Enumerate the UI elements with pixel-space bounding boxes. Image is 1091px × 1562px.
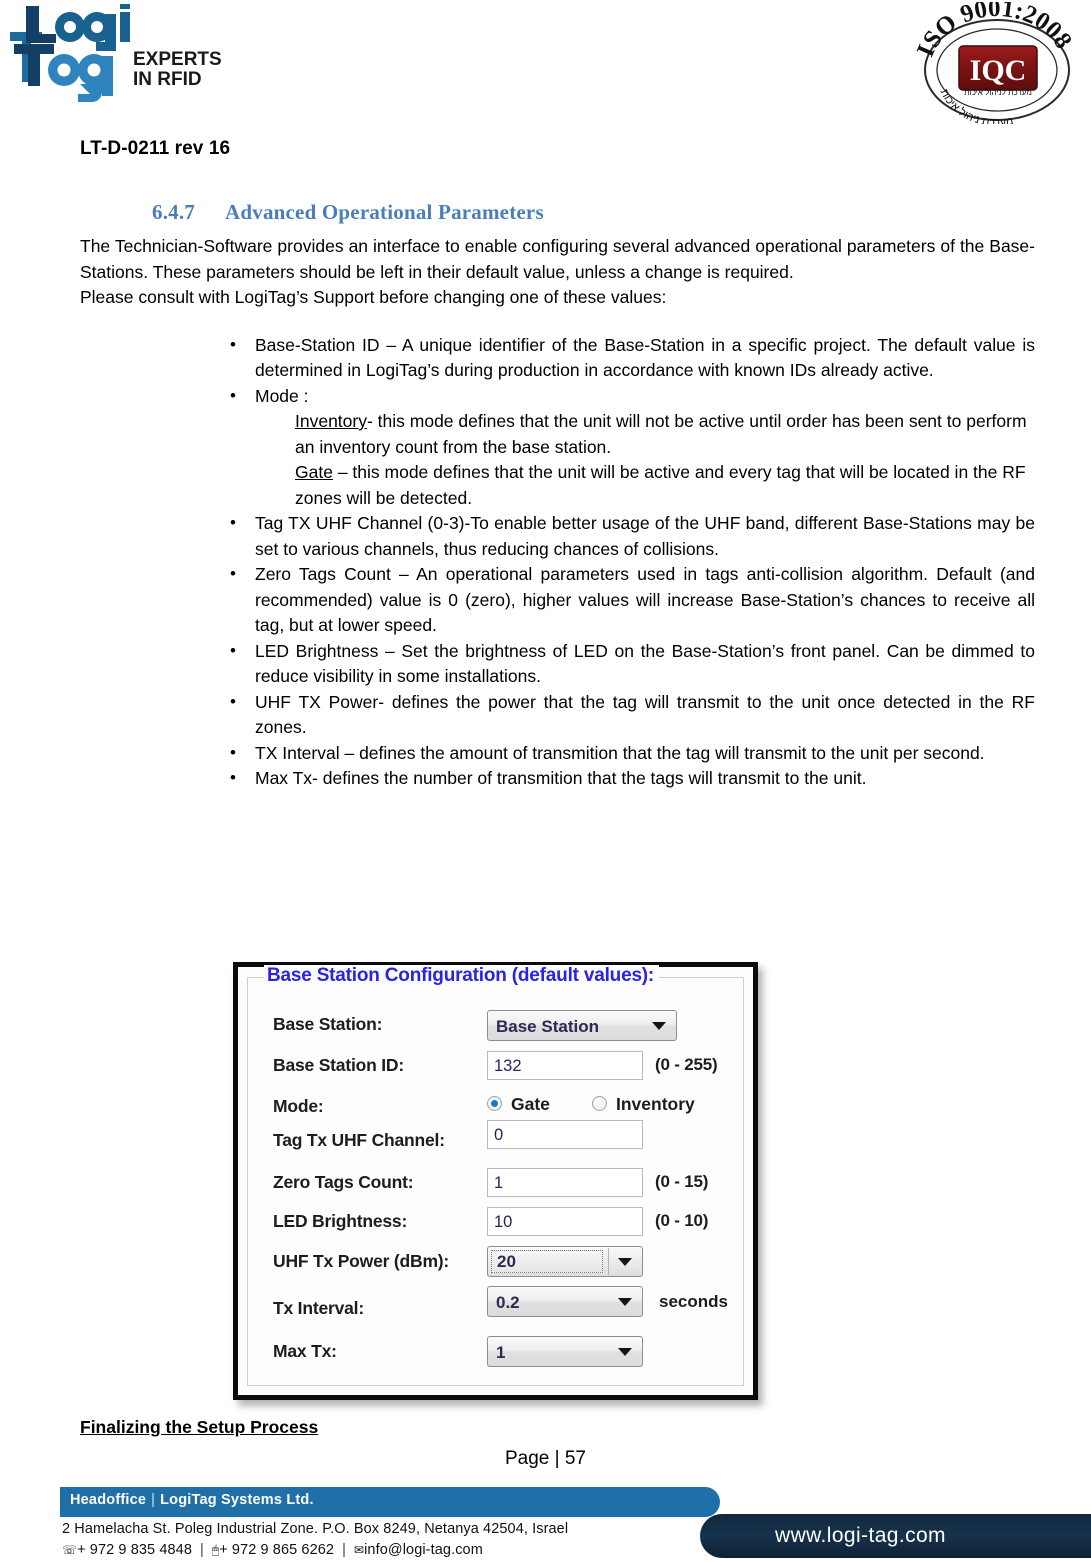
bullet-text: Max Tx- defines the number of transmitio… <box>255 768 867 788</box>
configuration-dialog: Base Station Configuration (default valu… <box>233 962 758 1400</box>
bullet-text: Base-Station ID – A unique identifier of… <box>255 334 1035 381</box>
document-code: LT-D-0211 rev 16 <box>80 138 231 159</box>
list-item: LED Brightness – Set the brightness of L… <box>80 638 1035 690</box>
uhf-tx-power-label: UHF Tx Power (dBm): <box>273 1251 450 1271</box>
consult-paragraph: Please consult with LogiTag’s Support be… <box>80 287 667 307</box>
company-name: LogiTag Systems Ltd. <box>160 1492 314 1508</box>
led-brightness-label: LED Brightness: <box>273 1211 408 1231</box>
bullet-text: LED Brightness – Set the brightness of L… <box>255 640 1035 687</box>
footer-bar: Headoffice | LogiTag Systems Ltd. <box>60 1487 720 1517</box>
mode-inventory-label: Inventory <box>616 1094 695 1114</box>
tx-interval-unit-label: seconds <box>659 1292 728 1311</box>
mode-gate-label: Gate <box>511 1094 550 1114</box>
inventory-term: Inventory <box>295 411 367 431</box>
base-station-id-range-hint: (0 - 255) <box>655 1055 718 1074</box>
intro-paragraph: The Technician-Software provides an inte… <box>80 236 1035 282</box>
base-station-select[interactable]: Base Station <box>487 1010 677 1041</box>
zero-tags-count-range-hint: (0 - 15) <box>655 1172 709 1191</box>
document-content: 6.4.7 Advanced Operational Parameters The… <box>80 200 1035 792</box>
zero-tags-count-input[interactable]: 1 <box>487 1168 643 1197</box>
combo-divider <box>608 1248 609 1275</box>
svg-text:IN RFID: IN RFID <box>133 69 202 90</box>
bullet-text: Zero Tags Count – An operational paramet… <box>255 564 1035 635</box>
uhf-tx-power-value[interactable]: 20 <box>491 1250 603 1273</box>
bullet-text: TX Interval – defines the amount of tran… <box>255 742 985 763</box>
radio-inventory-icon[interactable] <box>592 1096 607 1111</box>
base-station-id-input[interactable]: 132 <box>487 1051 643 1080</box>
page-header: EXPERTS IN RFID ISO 9001:2008 מערכת ניהו… <box>0 0 1091 130</box>
base-station-label: Base Station: <box>273 1014 383 1034</box>
led-brightness-input[interactable]: 10 <box>487 1207 643 1236</box>
phone-icon: ☏ <box>62 1543 78 1557</box>
bullet-text: Mode : <box>255 385 309 406</box>
page-number: Page | 57 <box>504 1448 586 1469</box>
tag-tx-uhf-channel-label: Tag Tx UHF Channel: <box>273 1130 445 1150</box>
headoffice-label: Headoffice <box>70 1492 147 1508</box>
mode-inventory-definition: Inventory- this mode defines that the un… <box>255 409 1035 460</box>
uhf-tx-power-select[interactable]: 20 <box>487 1246 643 1277</box>
footer-separator: | <box>151 1492 156 1508</box>
parameter-bullet-list: Base-Station ID – A unique identifier of… <box>80 332 1035 792</box>
max-tx-selected-value: 1 <box>496 1343 506 1362</box>
svg-text:EXPERTS: EXPERTS <box>133 49 222 70</box>
chevron-down-icon[interactable] <box>618 1258 632 1266</box>
base-station-selected-value: Base Station <box>496 1017 599 1036</box>
tx-interval-label: Tx Interval: <box>273 1298 364 1318</box>
tag-tx-uhf-channel-input[interactable]: 0 <box>487 1120 643 1149</box>
section-number: 6.4.7 <box>152 200 195 224</box>
gate-desc: – this mode defines that the unit will b… <box>295 462 1026 508</box>
mode-gate-definition: Gate – this mode defines that the unit w… <box>255 460 1035 511</box>
footer-contact-block: 2 Hamelacha St. Poleg Industrial Zone. P… <box>62 1519 568 1561</box>
email-icon: ✉ <box>353 1543 365 1557</box>
inventory-desc: - this mode defines that the unit will n… <box>295 411 1027 457</box>
tx-interval-select[interactable]: 0.2 <box>487 1286 643 1317</box>
footer-email[interactable]: info@logi-tag.com <box>364 1542 483 1558</box>
chevron-down-icon <box>652 1022 666 1030</box>
svg-text:מערכת לניהול איכות: מערכת לניהול איכות <box>964 88 1032 97</box>
footer-fax: + 972 9 865 6262 <box>219 1542 335 1558</box>
iso-9001-badge: ISO 9001:2008 מערכת ניהול איכות IQC מערכ… <box>909 0 1085 129</box>
list-item: Base-Station ID – A unique identifier of… <box>80 332 1035 384</box>
base-station-id-label: Base Station ID: <box>273 1055 404 1075</box>
list-item: Zero Tags Count – An operational paramet… <box>80 561 1035 639</box>
tx-interval-selected-value: 0.2 <box>496 1293 520 1312</box>
max-tx-select[interactable]: 1 <box>487 1336 643 1367</box>
configuration-groupbox: Base Station Configuration (default valu… <box>247 965 744 1386</box>
bullet-text: UHF TX Power- defines the power that the… <box>255 691 1035 738</box>
mode-label: Mode: <box>273 1096 324 1116</box>
footer-bar-text: Headoffice | LogiTag Systems Ltd. <box>70 1492 314 1508</box>
contact-divider: | <box>342 1542 346 1558</box>
contact-divider: | <box>200 1542 204 1558</box>
page-title: 6.4.7 Advanced Operational Parameters <box>80 200 1035 225</box>
led-brightness-range-hint: (0 - 10) <box>655 1211 709 1230</box>
chevron-down-icon <box>618 1348 632 1356</box>
website-banner: www.logi-tag.com <box>700 1514 1091 1558</box>
list-item: UHF TX Power- defines the power that the… <box>80 689 1035 741</box>
bullet-text: Tag TX UHF Channel (0-3)-To enable bette… <box>255 513 1035 559</box>
section-title: Advanced Operational Parameters <box>225 200 544 224</box>
footer-address: 2 Hamelacha St. Poleg Industrial Zone. P… <box>62 1521 569 1537</box>
logitag-logo: EXPERTS IN RFID <box>8 4 223 114</box>
footer-phone: + 972 9 835 4848 <box>77 1542 192 1558</box>
basestation-configuration-screenshot: Base Station Configuration (default valu… <box>233 962 758 1400</box>
radio-gate-icon[interactable] <box>487 1096 502 1111</box>
list-item: Mode : Inventory- this mode defines that… <box>80 383 1035 512</box>
max-tx-label: Max Tx: <box>273 1341 337 1361</box>
svg-text:IQC: IQC <box>970 54 1027 87</box>
footer-website[interactable]: www.logi-tag.com <box>775 1524 946 1548</box>
zero-tags-count-label: Zero Tags Count: <box>273 1172 414 1192</box>
chevron-down-icon <box>618 1298 632 1306</box>
finalizing-heading: Finalizing the Setup Process <box>80 1417 319 1437</box>
gate-term: Gate <box>295 462 333 482</box>
list-item: Max Tx- defines the number of transmitio… <box>80 765 1035 792</box>
list-item: TX Interval – defines the amount of tran… <box>80 740 1035 767</box>
configuration-form: Base Station: Base Station Base Station … <box>248 978 743 1385</box>
footer-contact-row: ☏+ 972 9 835 4848 | 🖱+ 972 9 865 6262 | ✉inf… <box>62 1540 568 1561</box>
list-item: Tag TX UHF Channel (0-3)-To enable bette… <box>80 510 1035 562</box>
